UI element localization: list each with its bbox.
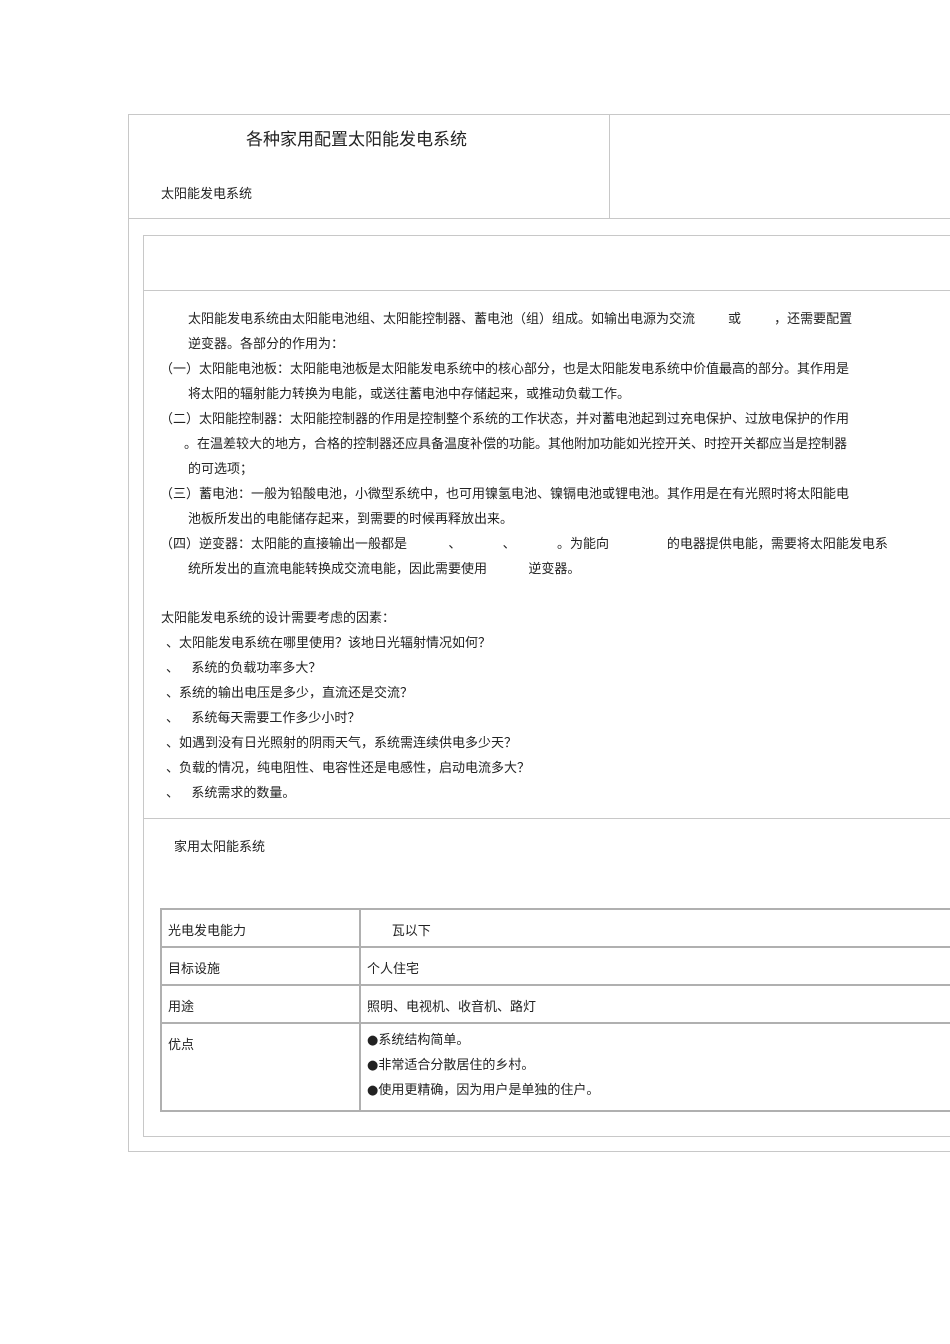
- home-system-table: 光电发电能力 瓦以下 目标设施 个人住宅 用途 照明、电视机、收音机、路灯 优点…: [160, 908, 950, 1112]
- design-item: 、系统的输出电压是多少，直流还是交流？: [166, 686, 414, 701]
- content-middle-rule: [143, 818, 950, 819]
- table-row: 用途 照明、电视机、收音机、路灯: [160, 984, 950, 1024]
- intro-line: （二）太阳能控制器：太阳能控制器的作用是控制整个系统的工作状态，并对蓄电池起到过…: [160, 412, 850, 427]
- intro-line: 逆变器。各部分的作用为：: [188, 337, 345, 352]
- table-value: 个人住宅: [359, 946, 950, 986]
- table-value: 照明、电视机、收音机、路灯: [359, 984, 950, 1024]
- table-row: 目标设施 个人住宅: [160, 946, 950, 986]
- intro-line: 池板所发出的电能储存起来，到需要的时候再释放出来。: [188, 512, 514, 527]
- advantage-item: ●非常适合分散居住的乡村。: [367, 1058, 535, 1073]
- home-system-heading: 家用太阳能系统: [174, 840, 266, 855]
- content-top-rule: [143, 290, 950, 291]
- table-row: 光电发电能力 瓦以下: [160, 908, 950, 948]
- intro-line: 的可选项；: [188, 462, 254, 477]
- advantage-item: ●使用更精确，因为用户是单独的住户。: [367, 1083, 600, 1098]
- header-divider: [609, 114, 610, 218]
- design-item: 、 系统的负载功率多大？: [166, 661, 322, 676]
- design-item: 、如遇到没有日光照射的阴雨天气，系统需连续供电多少天？: [166, 736, 518, 751]
- table-value: ●系统结构简单。 ●非常适合分散居住的乡村。 ●使用更精确，因为用户是单独的住户…: [359, 1022, 950, 1112]
- design-item: 、负载的情况，纯电阻性、电容性还是电感性，启动电流多大？: [166, 761, 531, 776]
- design-heading: 太阳能发电系统的设计需要考虑的因素：: [161, 611, 396, 626]
- table-key: 目标设施: [160, 946, 361, 986]
- page-title: 各种家用配置太阳能发电系统: [246, 130, 467, 150]
- intro-line: （三）蓄电池：一般为铅酸电池，小微型系统中，也可用镍氢电池、镍镉电池或锂电池。其…: [160, 487, 850, 502]
- table-key: 光电发电能力: [160, 908, 361, 948]
- design-item: 、太阳能发电系统在哪里使用？该地日光辐射情况如何？: [166, 636, 492, 651]
- table-value: 瓦以下: [359, 908, 950, 948]
- advantage-item: ●系统结构简单。: [367, 1033, 470, 1048]
- table-key: 用途: [160, 984, 361, 1024]
- header-bottom-rule: [128, 218, 950, 219]
- intro-line: 。在温差较大的地方，合格的控制器还应具备温度补偿的功能。其他附加功能如光控开关、…: [184, 437, 848, 452]
- section-subtitle: 太阳能发电系统: [161, 187, 253, 202]
- intro-line: 太阳能发电系统由太阳能电池组、太阳能控制器、蓄电池（组）组成。如输出电源为交流 …: [188, 312, 853, 327]
- intro-line: 将太阳的辐射能力转换为电能，或送往蓄电池中存储起来，或推动负载工作。: [188, 387, 631, 402]
- table-row: 优点 ●系统结构简单。 ●非常适合分散居住的乡村。 ●使用更精确，因为用户是单独…: [160, 1022, 950, 1112]
- design-item: 、 系统需求的数量。: [166, 786, 296, 801]
- table-key: 优点: [160, 1022, 361, 1112]
- intro-line: 统所发出的直流电能转换成交流电能，因此需要使用 逆变器。: [188, 562, 581, 577]
- design-item: 、 系统每天需要工作多少小时？: [166, 711, 361, 726]
- intro-line: （一）太阳能电池板：太阳能电池板是太阳能发电系统中的核心部分，也是太阳能发电系统…: [160, 362, 850, 377]
- intro-line: （四）逆变器：太阳能的直接输出一般都是 、 、 。为能向 的电器提供电能，需要将…: [160, 537, 888, 552]
